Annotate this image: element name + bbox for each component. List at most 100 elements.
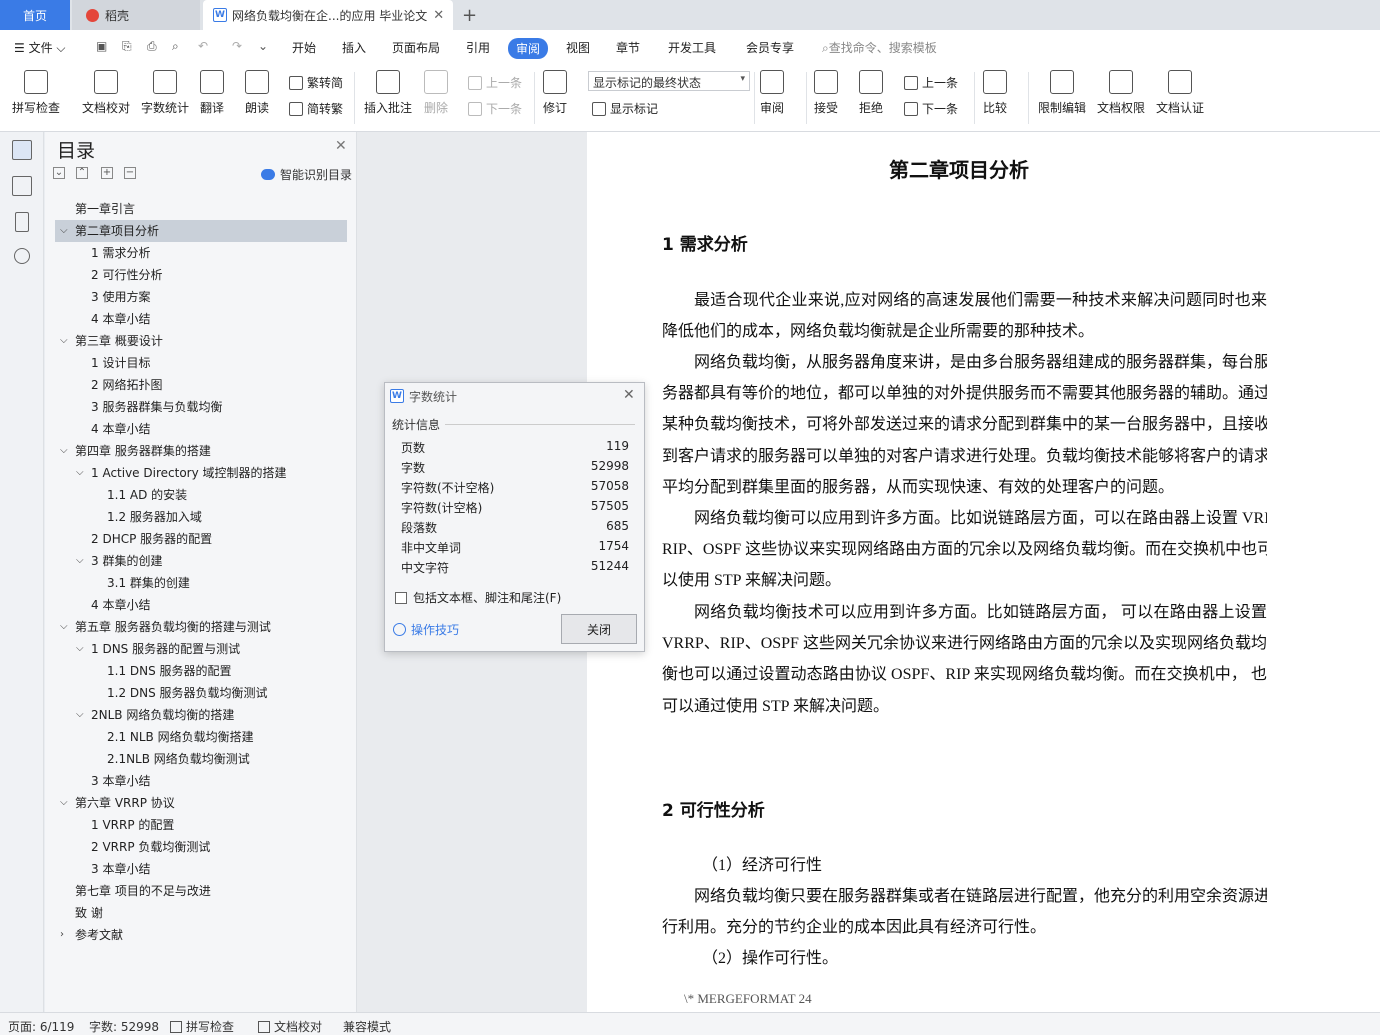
toc-item[interactable]: 4 本章小结	[55, 308, 347, 330]
proofread-button[interactable]: 文档校对	[82, 70, 130, 116]
toc-item[interactable]: 4 本章小结	[55, 594, 347, 616]
toc-item[interactable]: ⌵ 第四章 服务器群集的搭建	[55, 440, 347, 462]
spell-check-status[interactable]: 拼写检查	[170, 1018, 234, 1035]
insert-comment-button[interactable]: 插入批注	[364, 70, 412, 116]
prev-change-button[interactable]: 上一条	[904, 74, 958, 91]
menu-review[interactable]: 审阅	[508, 38, 549, 59]
toc-item[interactable]: 1.2 DNS 服务器负载均衡测试	[55, 682, 347, 704]
toc-item[interactable]: 致 谢	[55, 902, 347, 924]
chevron-down-icon[interactable]: ⌵	[60, 220, 68, 242]
toc-item[interactable]: ⌵ 2NLB 网络负载均衡的搭建	[55, 704, 347, 726]
review-pane-button[interactable]: 审阅	[760, 70, 784, 116]
tips-link[interactable]: 操作技巧	[393, 621, 459, 638]
chevron-down-icon[interactable]: ⌵	[60, 616, 68, 638]
translate-button[interactable]: 翻译	[200, 70, 224, 116]
redo-icon[interactable]: ↷	[232, 39, 242, 53]
file-menu[interactable]: ☰ 文件 ⌵	[14, 39, 66, 56]
delete-comment-button[interactable]: 删除	[424, 70, 448, 116]
page-indicator[interactable]: 页面: 6/119	[8, 1018, 74, 1035]
new-tab-icon[interactable]: +	[462, 0, 477, 30]
toc-item[interactable]: 3 本章小结	[55, 858, 347, 880]
preview-icon[interactable]: ⌕	[172, 39, 179, 54]
add-level-icon[interactable]: +	[101, 167, 113, 179]
chevron-down-icon[interactable]: ⌵	[76, 462, 84, 484]
trad-to-simp-button[interactable]: 繁转简	[289, 74, 343, 91]
toc-item[interactable]: 2 可行性分析	[55, 264, 347, 286]
toc-item[interactable]: ⌵ 1 Active Directory 域控制器的搭建	[55, 462, 347, 484]
toc-item[interactable]: 3 本章小结	[55, 770, 347, 792]
menu-member[interactable]: 会员专享	[746, 39, 794, 56]
document-page[interactable]: 第二章项目分析 1 需求分析 最适合现代企业来说,应对网络的高速发展他们需要一种…	[587, 132, 1380, 1012]
tab-home[interactable]: 首页	[0, 0, 70, 30]
next-change-button[interactable]: 下一条	[904, 100, 958, 117]
print-icon[interactable]: ⎙	[147, 39, 157, 54]
chevron-right-icon[interactable]: ›	[60, 924, 64, 946]
toc-item[interactable]: 1.1 AD 的安装	[55, 484, 347, 506]
reject-button[interactable]: 拒绝	[859, 70, 883, 116]
toc-item[interactable]: 2.1 NLB 网络负载均衡搭建	[55, 726, 347, 748]
toc-item[interactable]: 3 使用方案	[55, 286, 347, 308]
tab-daoke[interactable]: 稻壳	[72, 0, 200, 30]
show-markup-button[interactable]: 显示标记	[592, 100, 658, 117]
dialog-titlebar[interactable]: W 字数统计	[385, 383, 644, 409]
toc-item[interactable]: 3 服务器群集与负载均衡	[55, 396, 347, 418]
toc-item[interactable]: 3.1 群集的创建	[55, 572, 347, 594]
close-tab-icon[interactable]: ✕	[433, 8, 444, 23]
toc-item[interactable]: ⌵ 1 DNS 服务器的配置与测试	[55, 638, 347, 660]
markup-state-select[interactable]: 显示标记的最终状态 ▾	[588, 71, 750, 91]
toc-panel-icon[interactable]	[12, 140, 32, 160]
bookmark-icon[interactable]	[15, 212, 29, 232]
chevron-down-icon[interactable]: ⌵	[76, 638, 84, 660]
search-icon[interactable]	[14, 248, 30, 264]
chevron-down-icon[interactable]: ⌵	[60, 440, 68, 462]
document-certify-button[interactable]: 文档认证	[1156, 70, 1204, 116]
toc-item[interactable]: 1 VRRP 的配置	[55, 814, 347, 836]
chevron-down-icon[interactable]: ⌵	[76, 704, 84, 726]
menu-start[interactable]: 开始	[292, 39, 316, 56]
close-icon[interactable]: ✕	[623, 387, 635, 403]
proofread-status[interactable]: 文档校对	[258, 1018, 322, 1035]
toc-item[interactable]: 1 需求分析	[55, 242, 347, 264]
prev-comment-button[interactable]: 上一条	[468, 74, 522, 91]
smart-toc-button[interactable]: 智能识别目录	[261, 166, 352, 183]
accept-button[interactable]: 接受	[814, 70, 838, 116]
toc-item[interactable]: 2 VRRP 负载均衡测试	[55, 836, 347, 858]
toc-item[interactable]: ⌵ 第六章 VRRP 协议	[55, 792, 347, 814]
read-aloud-button[interactable]: 朗读	[245, 70, 269, 116]
restrict-editing-button[interactable]: 限制编辑	[1038, 70, 1086, 116]
toc-item[interactable]: 1.2 服务器加入域	[55, 506, 347, 528]
collapse-all-icon[interactable]: ⌄	[53, 167, 65, 179]
remove-level-icon[interactable]: −	[124, 167, 136, 179]
menu-references[interactable]: 引用	[466, 39, 490, 56]
close-icon[interactable]: ✕	[335, 138, 347, 154]
word-count-status[interactable]: 字数: 52998	[89, 1018, 159, 1035]
menu-insert[interactable]: 插入	[342, 39, 366, 56]
toc-item[interactable]: 4 本章小结	[55, 418, 347, 440]
toc-item[interactable]: 1.1 DNS 服务器的配置	[55, 660, 347, 682]
command-search[interactable]: ⌕查找命令、搜索模板	[822, 39, 937, 56]
export-icon[interactable]: ⎘	[122, 39, 132, 54]
chevron-down-icon[interactable]: ⌵	[76, 550, 84, 572]
close-button[interactable]: 关闭	[561, 614, 637, 644]
next-comment-button[interactable]: 下一条	[468, 100, 522, 117]
chapter-nav-icon[interactable]	[12, 176, 32, 196]
menu-developer[interactable]: 开发工具	[668, 39, 716, 56]
save-icon[interactable]: ▣	[96, 39, 107, 53]
toc-item[interactable]: 2 DHCP 服务器的配置	[55, 528, 347, 550]
toc-item[interactable]: › 参考文献	[55, 924, 347, 946]
spell-check-button[interactable]: 拼写检查	[12, 70, 60, 116]
compare-button[interactable]: 比较	[983, 70, 1007, 116]
toc-item[interactable]: ⌵ 3 群集的创建	[55, 550, 347, 572]
expand-all-icon[interactable]: ⌃	[76, 167, 88, 179]
toc-item[interactable]: 第一章引言	[55, 198, 347, 220]
chevron-down-icon[interactable]: ⌵	[60, 330, 68, 352]
undo-icon[interactable]: ↶	[198, 39, 208, 53]
chevron-down-icon[interactable]: ⌵	[60, 792, 68, 814]
toc-item[interactable]: ⌵ 第五章 服务器负载均衡的搭建与测试	[55, 616, 347, 638]
document-permission-button[interactable]: 文档权限	[1097, 70, 1145, 116]
toc-item[interactable]: 2 网络拓扑图	[55, 374, 347, 396]
menu-layout[interactable]: 页面布局	[392, 39, 440, 56]
toc-item[interactable]: 2.1NLB 网络负载均衡测试	[55, 748, 347, 770]
simp-to-trad-button[interactable]: 简转繁	[289, 100, 343, 117]
include-textbox-checkbox[interactable]: 包括文本框、脚注和尾注(F)	[395, 589, 561, 606]
